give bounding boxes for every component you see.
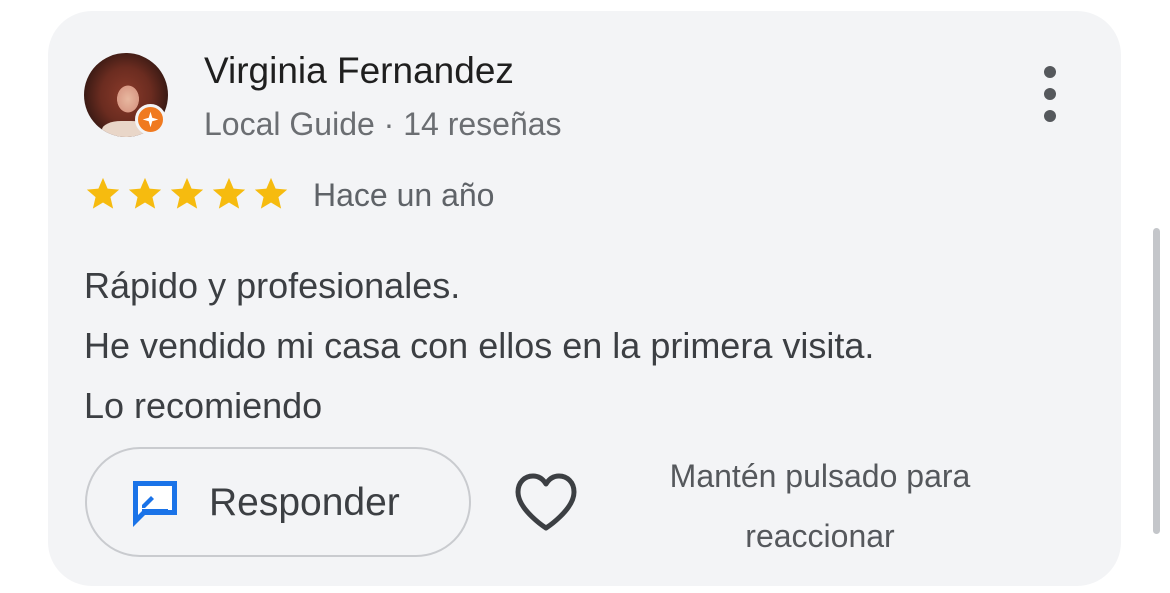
- more-vertical-icon-dot: [1044, 110, 1056, 122]
- more-options-button[interactable]: [1030, 66, 1070, 122]
- star-icon: [254, 177, 288, 209]
- review-text: Rápido y profesionales. He vendido mi ca…: [84, 256, 874, 436]
- reply-button-label: Responder: [209, 481, 400, 524]
- more-vertical-icon-dot: [1044, 66, 1056, 78]
- star-icon: [86, 177, 120, 209]
- reply-button[interactable]: Responder: [85, 447, 471, 557]
- star-icon: [212, 177, 246, 209]
- react-hint: Mantén pulsado para reaccionar: [620, 446, 1020, 566]
- star-icon: [128, 177, 162, 209]
- star-icon: [170, 177, 204, 209]
- local-guide-badge-icon: [135, 104, 166, 135]
- review-text-line: Lo recomiendo: [84, 385, 323, 426]
- react-hint-line: reaccionar: [745, 518, 895, 554]
- star-rating: [84, 175, 290, 213]
- react-hint-line: Mantén pulsado para: [669, 458, 971, 494]
- review-text-line: Rápido y profesionales.: [84, 265, 461, 306]
- heart-outline-icon[interactable]: [512, 470, 580, 534]
- more-vertical-icon-dot: [1044, 88, 1056, 100]
- scrollbar[interactable]: [1153, 228, 1160, 534]
- author-name[interactable]: Virginia Fernandez: [204, 50, 514, 92]
- review-time: Hace un año: [313, 177, 495, 213]
- author-meta: Local Guide · 14 reseñas: [204, 106, 562, 142]
- reply-icon: [133, 481, 177, 527]
- review-text-line: He vendido mi casa con ellos en la prime…: [84, 325, 875, 366]
